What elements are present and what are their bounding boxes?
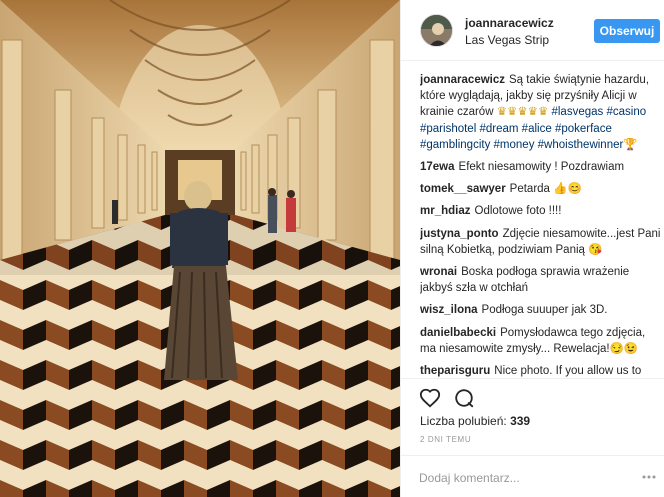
hashtag-link[interactable]: #parishotel: [420, 123, 476, 135]
avatar[interactable]: [420, 14, 453, 47]
comment-text: Odlotowe foto !!!!: [474, 205, 562, 218]
emoji: ♛♛♛♛♛: [496, 106, 549, 119]
comment-text: Efekt niesamowity ! Pozdrawiam: [458, 161, 625, 174]
hashtag-link[interactable]: #alice: [522, 123, 552, 135]
post-location[interactable]: Las Vegas Strip: [465, 33, 549, 47]
comment-item: theparisguru Nice photo. If you allow us …: [420, 363, 662, 377]
comment-item: wronai Boska podłoga sprawia wrażenie jak…: [420, 264, 662, 296]
comment-item: 17ewa Efekt niesamowity ! Pozdrawiam: [420, 159, 662, 175]
hashtag-link[interactable]: #whoisthewinner: [538, 139, 624, 151]
hashtag-link[interactable]: #lasvegas: [551, 106, 603, 118]
comment-username[interactable]: danielbabecki: [420, 327, 496, 339]
comment-username[interactable]: joannaracewicz: [420, 74, 505, 86]
comment-username[interactable]: justyna_ponto: [420, 228, 499, 240]
add-comment-bar: [401, 455, 664, 497]
comment-item: mr_hdiaz Odlotowe foto !!!!: [420, 203, 662, 219]
post-photo[interactable]: [0, 0, 400, 497]
post-username[interactable]: joannaracewicz: [465, 16, 554, 30]
follow-button[interactable]: Obserwuj: [594, 19, 660, 43]
post-actions: [401, 378, 664, 414]
post-panel: joannaracewicz Las Vegas Strip Obserwuj …: [400, 0, 664, 497]
comment-item: tomek__sawyer Petarda 👍😊: [420, 181, 662, 197]
comment-username[interactable]: theparisguru: [420, 365, 490, 377]
hashtag-link[interactable]: #casino: [606, 106, 646, 118]
comment-username[interactable]: wronai: [420, 266, 457, 278]
likes-count: 339: [510, 414, 531, 428]
comment-username[interactable]: tomek__sawyer: [420, 183, 506, 195]
comment-item: justyna_ponto Zdjęcie niesamowite...jest …: [420, 226, 662, 258]
comments-list[interactable]: joannaracewicz Są takie świątynie hazardu…: [420, 72, 662, 377]
avatar-image: [421, 15, 452, 46]
comment-username[interactable]: mr_hdiaz: [420, 205, 471, 217]
more-icon[interactable]: [641, 470, 657, 484]
comment-item: danielbabecki Pomysłodawca tego zdjęcia, …: [420, 325, 662, 357]
hashtag-link[interactable]: #gamblingcity: [420, 139, 490, 151]
emoji: 🏆: [623, 138, 638, 151]
comment-username[interactable]: 17ewa: [420, 161, 455, 173]
hashtag-link[interactable]: #dream: [479, 123, 518, 135]
comment-item: wisz_ilona Podłoga suuuper jak 3D.: [420, 302, 662, 318]
post-photo-image: [0, 0, 400, 497]
post-header: joannaracewicz Las Vegas Strip Obserwuj: [401, 0, 664, 61]
emoji: 👍😊: [553, 183, 582, 196]
comment-text: Petarda: [509, 183, 554, 196]
post-timestamp: 2 DNI TEMU: [420, 435, 472, 444]
comment-text: Podłoga suuuper jak 3D.: [481, 304, 608, 317]
hashtag-link[interactable]: #money: [494, 139, 535, 151]
hashtag-link[interactable]: #pokerface: [555, 123, 612, 135]
heart-icon[interactable]: [419, 387, 441, 409]
comment-item: joannaracewicz Są takie świątynie hazardu…: [420, 72, 662, 153]
comment-username[interactable]: wisz_ilona: [420, 304, 478, 316]
emoji: 😏😉: [609, 342, 639, 355]
emoji: 😘: [588, 243, 603, 256]
likes-label: Liczba polubień:: [420, 414, 507, 428]
comment-icon[interactable]: [453, 387, 475, 409]
comment-input[interactable]: [419, 469, 619, 487]
likes-summary[interactable]: Liczba polubień: 339: [420, 414, 530, 428]
